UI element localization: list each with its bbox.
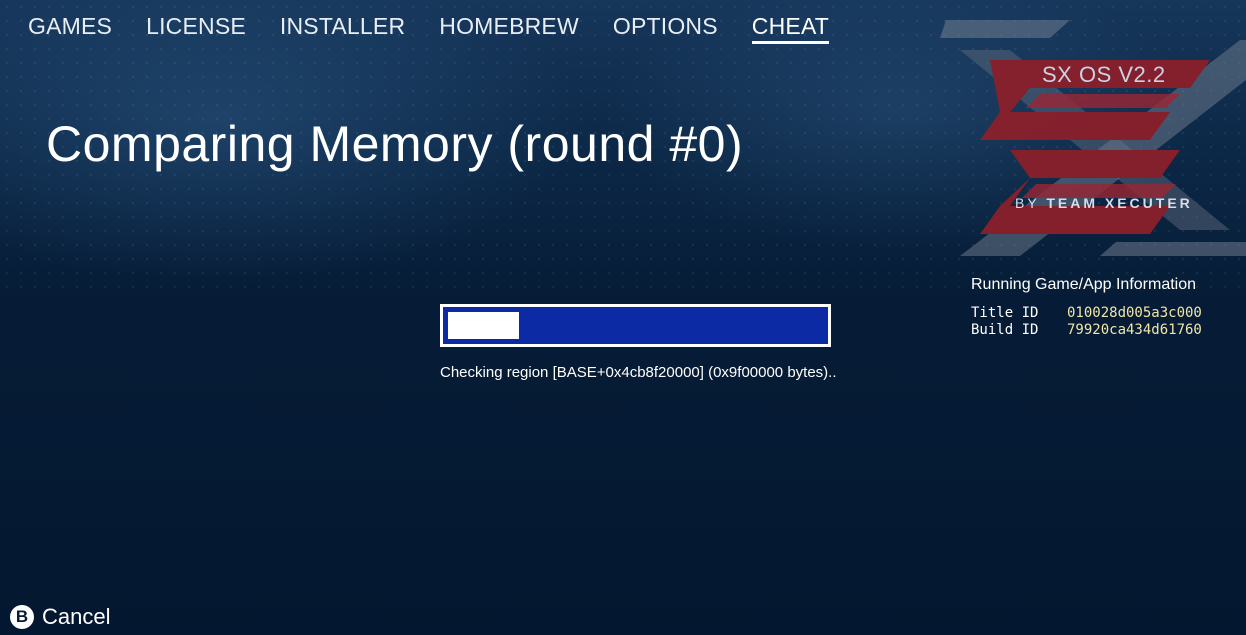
progress-fill (448, 312, 519, 339)
page-title: Comparing Memory (round #0) (46, 116, 744, 172)
build-id-label: Build ID (971, 322, 1039, 338)
tab-options[interactable]: OPTIONS (613, 12, 718, 44)
title-id-label: Title ID (971, 305, 1039, 321)
progress-status-text: Checking region [BASE+0x4cb8f20000] (0x9… (440, 364, 837, 381)
tab-homebrew[interactable]: HOMEBREW (439, 12, 579, 44)
tab-license[interactable]: LICENSE (146, 12, 246, 44)
tab-installer[interactable]: INSTALLER (280, 12, 405, 44)
tab-games[interactable]: GAMES (28, 12, 112, 44)
build-id-value: 79920ca434d61760 (1067, 322, 1202, 338)
cancel-button[interactable]: B Cancel (10, 604, 110, 630)
top-nav: GAMES LICENSE INSTALLER HOMEBREW OPTIONS… (28, 12, 863, 44)
logo-byline: BY TEAM XECUTER (1015, 195, 1193, 211)
tab-cheat[interactable]: CHEAT (751, 12, 830, 44)
byline-brand: TEAM XECUTER (1046, 195, 1193, 211)
build-id-row: Build ID 79920ca434d61760 (971, 322, 1202, 338)
progress-bar (440, 304, 831, 347)
running-info-heading: Running Game/App Information (971, 276, 1197, 293)
title-id-row: Title ID 010028d005a3c000 (971, 305, 1202, 321)
byline-prefix: BY (1015, 195, 1040, 211)
title-id-value: 010028d005a3c000 (1067, 305, 1202, 321)
cancel-label: Cancel (42, 604, 111, 629)
b-button-icon: B (10, 605, 34, 629)
sx-logo-icon (940, 20, 1246, 256)
os-version: SX OS V2.2 (1042, 62, 1166, 87)
